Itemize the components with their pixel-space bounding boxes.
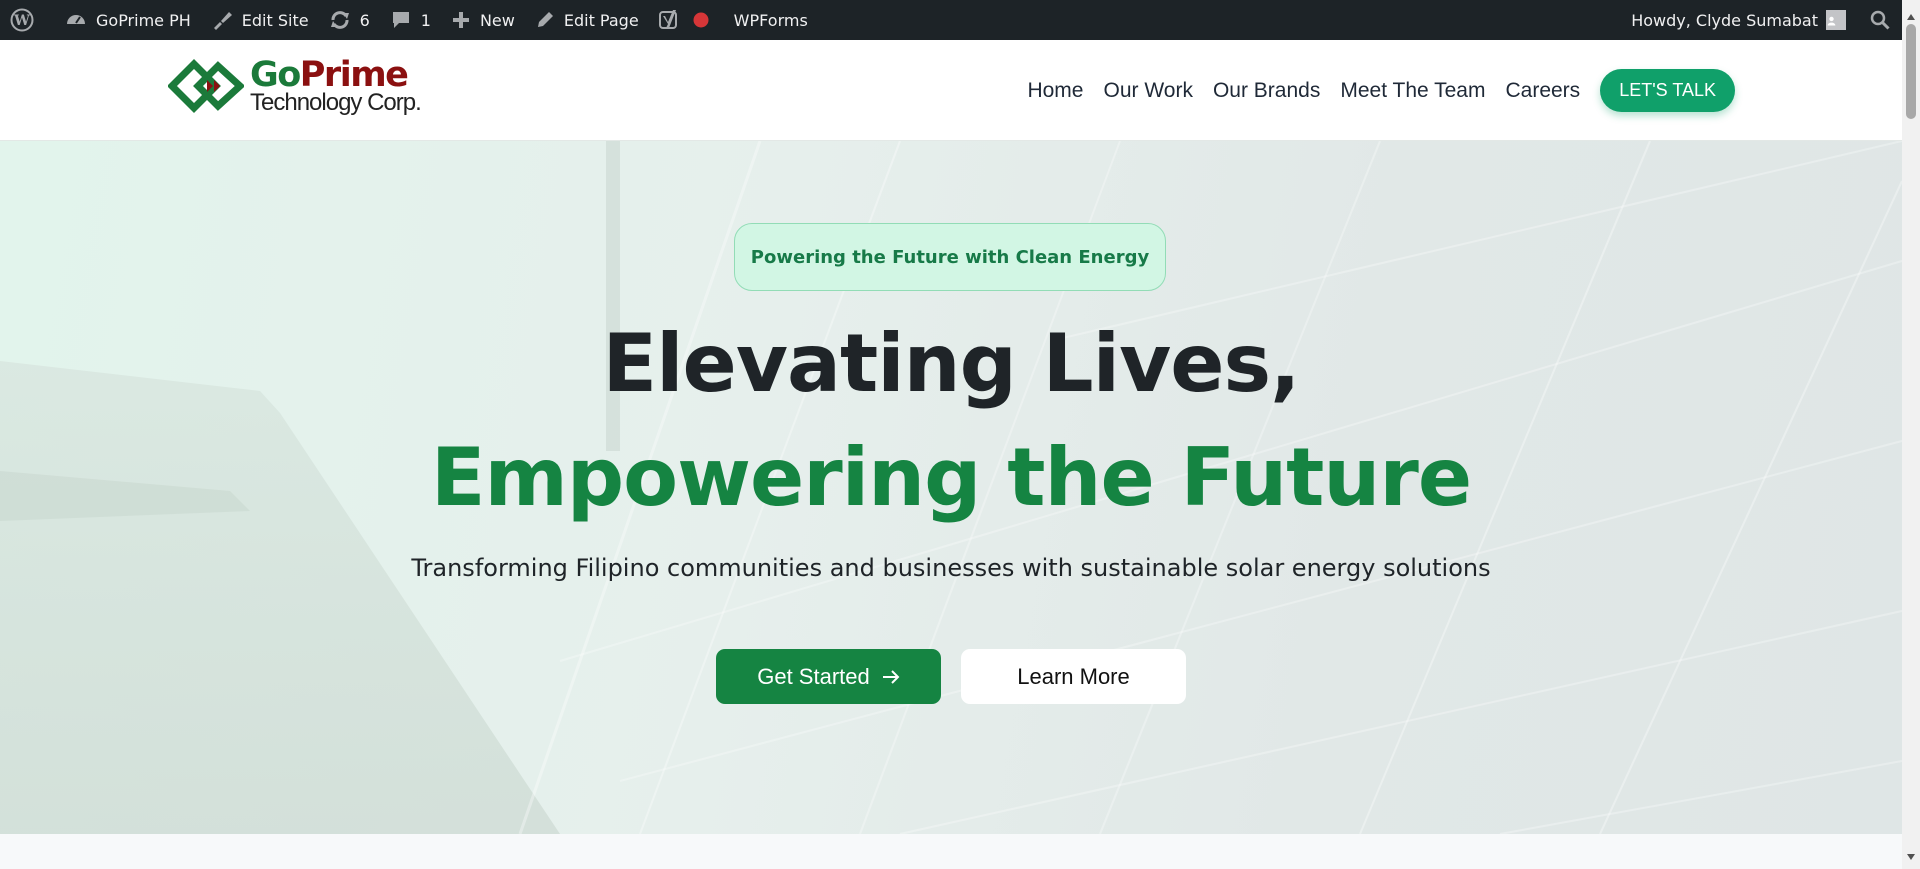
- page-scrollbar[interactable]: [1902, 0, 1920, 869]
- edit-site-label: Edit Site: [241, 10, 309, 30]
- hero-badge: Powering the Future with Clean Energy: [734, 223, 1166, 291]
- logo-subtitle: Technology Corp.: [250, 88, 422, 116]
- seo-menu[interactable]: [649, 0, 722, 40]
- nav-home[interactable]: Home: [1027, 79, 1083, 103]
- refresh-icon: [330, 11, 349, 29]
- nav-our-work[interactable]: Our Work: [1103, 79, 1192, 103]
- nav-careers[interactable]: Careers: [1505, 79, 1580, 103]
- get-started-label: Get Started: [757, 663, 870, 689]
- edit-page-menu[interactable]: Edit Page: [525, 0, 649, 40]
- edit-site-menu[interactable]: Edit Site: [201, 0, 319, 40]
- scroll-up-arrow-icon[interactable]: [1907, 14, 1915, 20]
- wpforms-menu[interactable]: WPForms: [722, 0, 818, 40]
- site-name-label: GoPrime PH: [96, 10, 191, 30]
- avatar: [1826, 10, 1846, 30]
- my-account-menu[interactable]: Howdy, Clyde Sumabat: [1621, 0, 1858, 40]
- next-section: [0, 834, 1902, 869]
- yoast-icon: [658, 10, 677, 29]
- hero-headline-line-2: Empowering the Future: [430, 431, 1472, 524]
- site-name-menu[interactable]: GoPrime PH: [55, 0, 201, 40]
- arrow-right-icon: [882, 669, 900, 684]
- edit-page-label: Edit Page: [563, 10, 639, 30]
- goprime-logo-mark: [168, 59, 244, 113]
- scroll-down-arrow-icon[interactable]: [1907, 854, 1915, 860]
- updates-count: 6: [359, 10, 370, 30]
- pencil-icon: [537, 12, 553, 27]
- dashboard-icon: [67, 15, 85, 24]
- red-dot-icon: [693, 12, 709, 28]
- admin-bar-right: Howdy, Clyde Sumabat: [1621, 0, 1920, 40]
- howdy-label: Howdy, Clyde Sumabat: [1631, 10, 1818, 30]
- brush-icon: [213, 12, 232, 30]
- admin-bar: W GoPrime PH Edit Site 6 1 New Edit Page…: [0, 0, 1920, 40]
- learn-more-label: Learn More: [1017, 663, 1130, 689]
- scrollbar-thumb[interactable]: [1906, 24, 1916, 119]
- new-content-menu[interactable]: New: [441, 0, 525, 40]
- plus-icon: [452, 12, 469, 28]
- updates-menu[interactable]: 6: [319, 0, 380, 40]
- hero-subtitle: Transforming Filipino communities and bu…: [411, 554, 1491, 582]
- main-nav: Home Our Work Our Brands Meet The Team C…: [1007, 69, 1735, 112]
- wpforms-label: WPForms: [733, 10, 808, 30]
- wordpress-menu[interactable]: W: [0, 0, 55, 40]
- get-started-button[interactable]: Get Started: [716, 649, 941, 704]
- hero-section: Powering the Future with Clean Energy El…: [0, 141, 1902, 834]
- hero-headline-line-1: Elevating Lives,: [602, 317, 1300, 410]
- learn-more-button[interactable]: Learn More: [961, 649, 1186, 704]
- comments-menu[interactable]: 1: [380, 0, 441, 40]
- comment-icon: [392, 12, 409, 28]
- nav-our-brands[interactable]: Our Brands: [1213, 79, 1320, 103]
- search-icon: [1870, 10, 1890, 30]
- comments-count: 1: [420, 10, 431, 30]
- new-label: New: [479, 10, 515, 30]
- nav-meet-the-team[interactable]: Meet The Team: [1340, 79, 1485, 103]
- wordpress-icon: W: [10, 8, 34, 32]
- lets-talk-button[interactable]: LET'S TALK: [1600, 69, 1735, 112]
- site-logo[interactable]: GoPrime Technology Corp.: [168, 56, 422, 116]
- hero-content: Powering the Future with Clean Energy El…: [0, 141, 1902, 834]
- logo-wordmark: GoPrime Technology Corp.: [250, 57, 422, 116]
- site-header: GoPrime Technology Corp. Home Our Work O…: [0, 40, 1902, 141]
- svg-text:W: W: [13, 13, 30, 29]
